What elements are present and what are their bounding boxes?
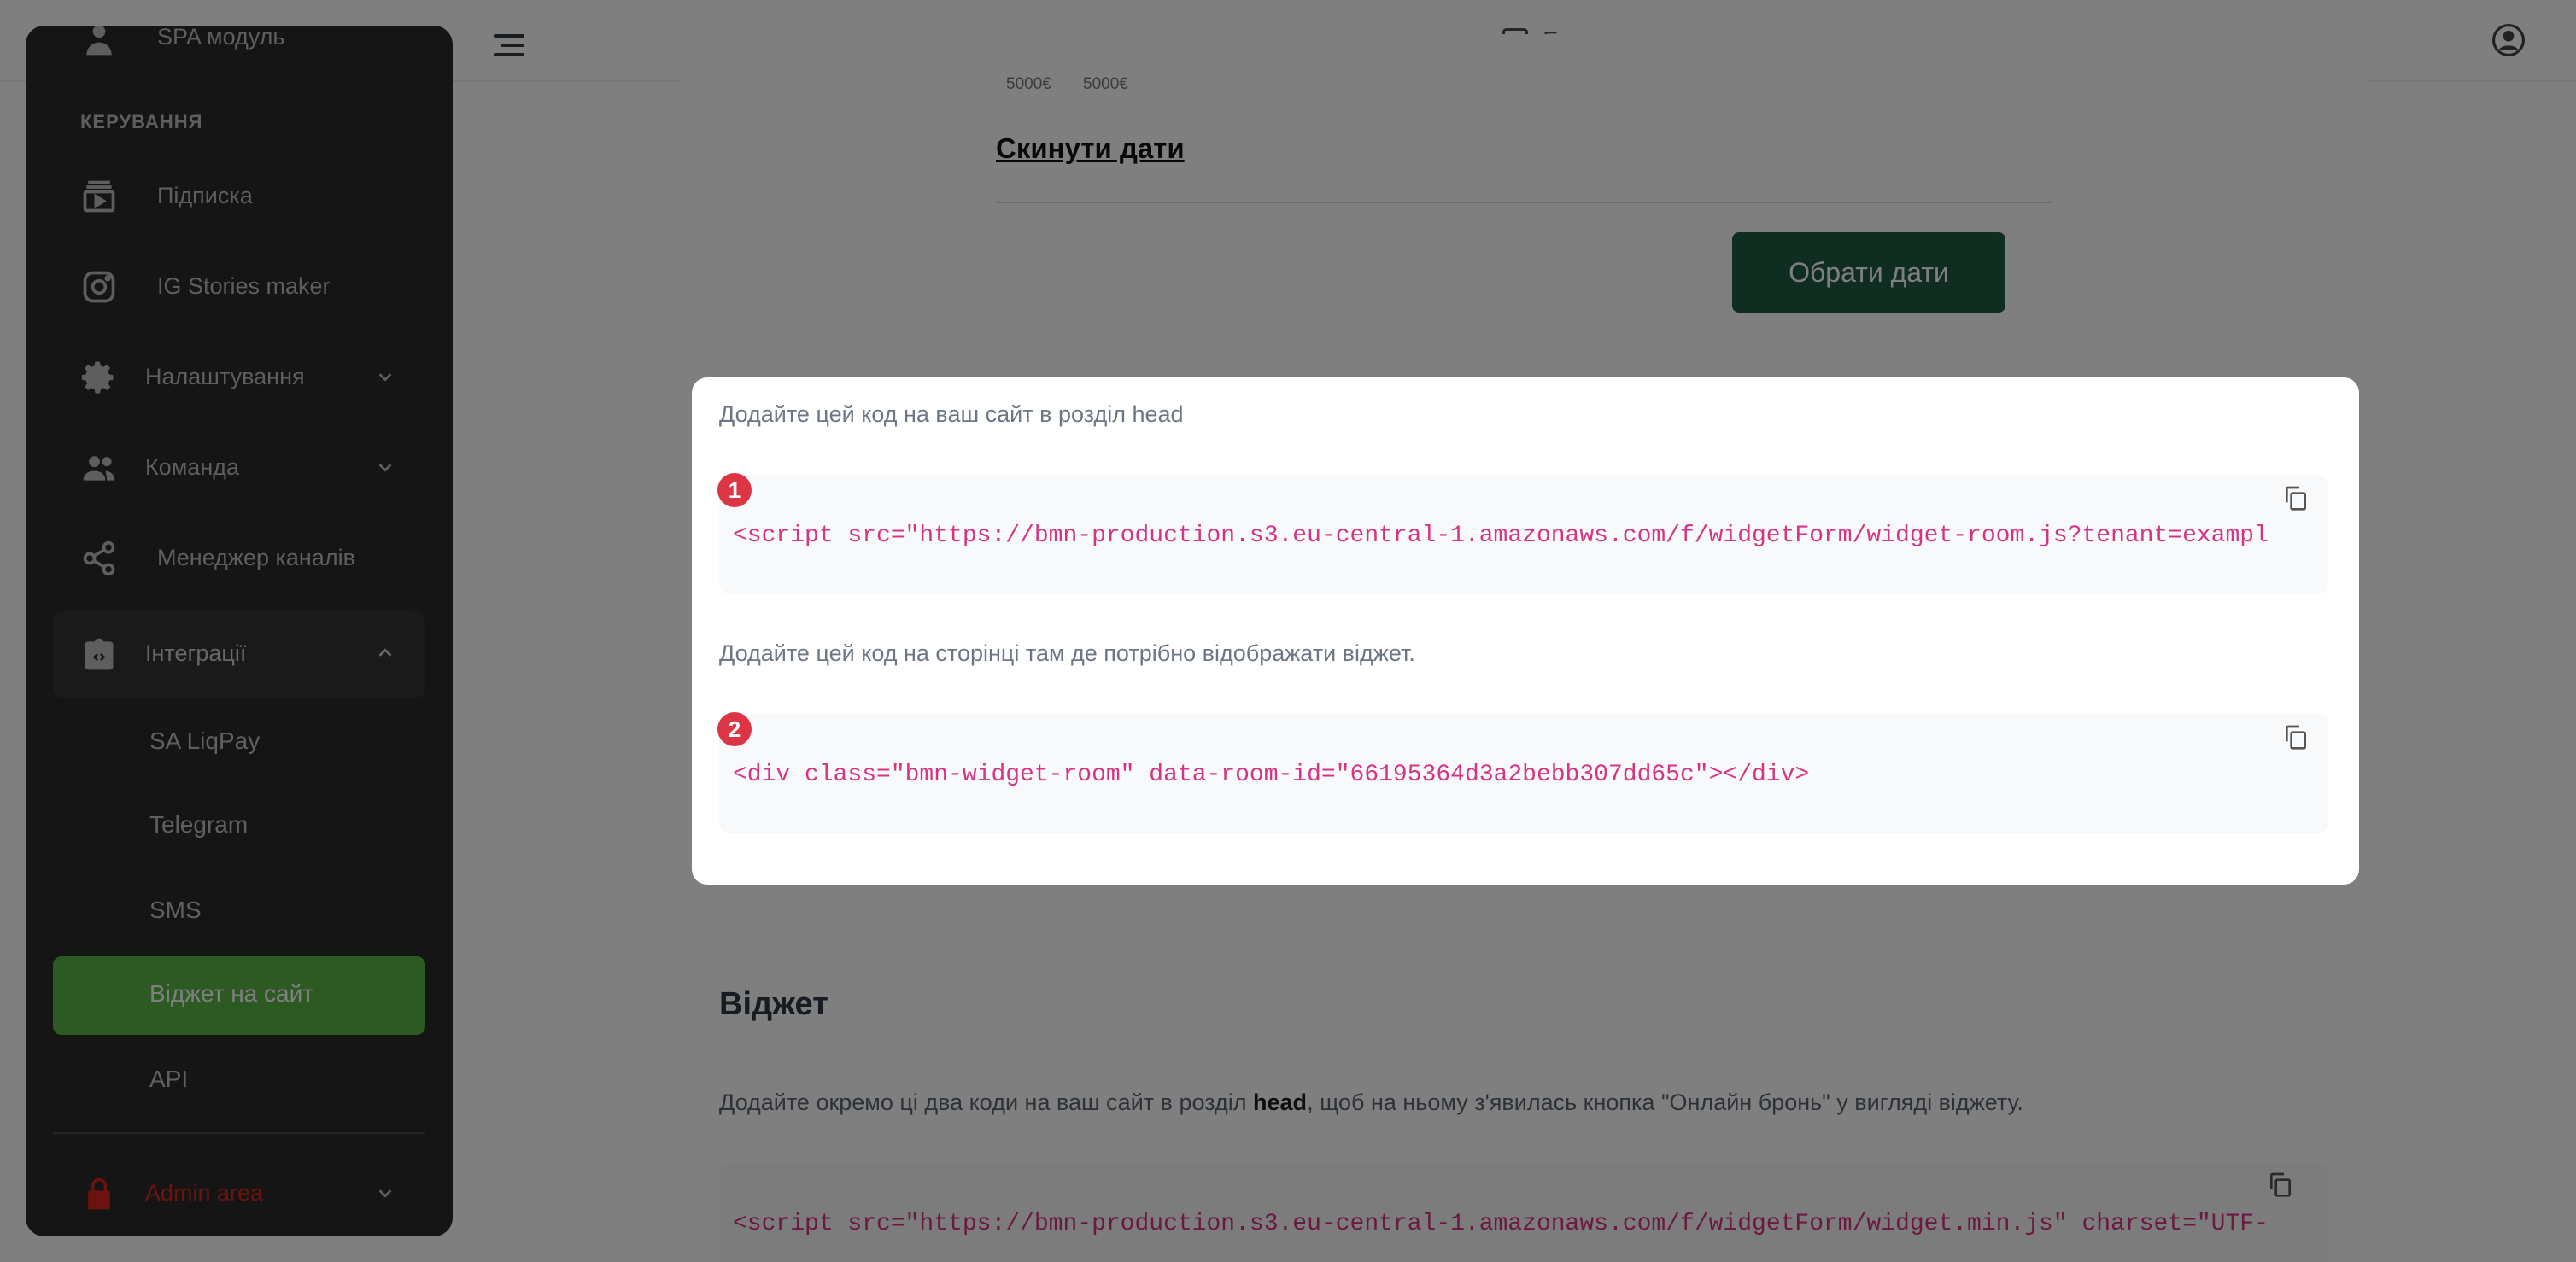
copy-icon[interactable] [2282,722,2310,751]
head-code-block: 1 <script src="https://bmn-production.s3… [717,473,2328,594]
modal-head-instruction: Додайте цей код на ваш сайт в розділ hea… [719,401,1184,427]
body-code-block: 2 <div class="bmn-widget-room" data-room… [717,712,2328,833]
step-badge-2: 2 [717,712,752,746]
body-code-text[interactable]: <div class="bmn-widget-room" data-room-i… [733,762,2315,788]
embed-code-modal: Додайте цей код на ваш сайт в розділ hea… [692,377,2359,885]
step-badge-1: 1 [717,473,752,507]
modal-body-instruction: Додайте цей код на сторінці там де потрі… [719,640,1415,666]
head-code-text[interactable]: <script src="https://bmn-production.s3.e… [733,523,2315,549]
copy-icon[interactable] [2282,483,2310,512]
